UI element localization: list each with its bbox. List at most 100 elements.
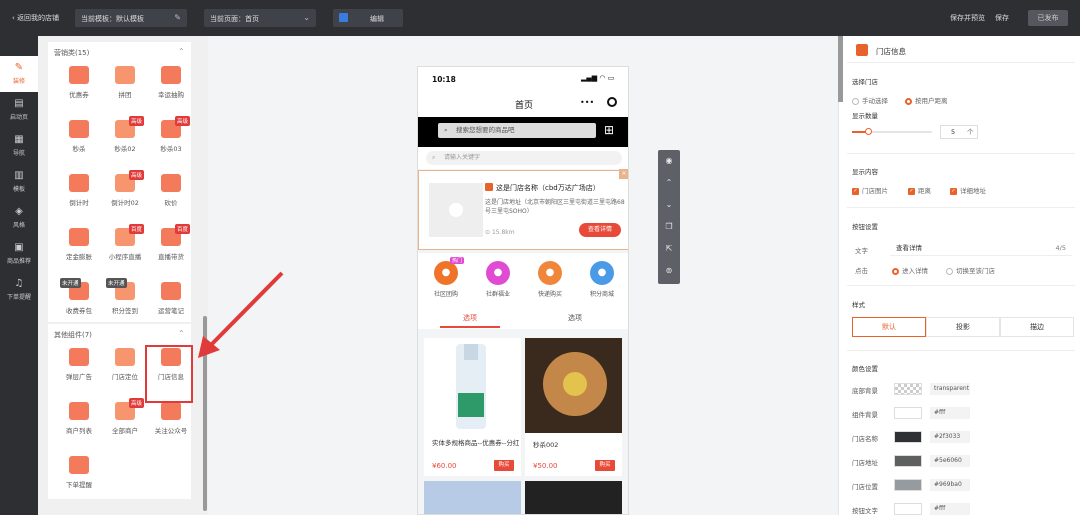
component-item[interactable]: 优惠券 <box>54 60 104 108</box>
phone-search-input[interactable]: ⌕ 搜索您想要的商品吧 <box>438 123 596 138</box>
nav-item-4[interactable]: ◈ 风格 <box>0 200 38 236</box>
target-icon[interactable] <box>607 97 617 107</box>
color-swatch[interactable] <box>894 383 922 395</box>
buy-button[interactable]: 购买 <box>494 460 514 471</box>
page-select[interactable]: 当前页面：首页 ⌄ <box>204 9 316 27</box>
component-item[interactable]: 门店定位 <box>100 342 150 390</box>
product-card[interactable]: 秒杀002 ¥50.00 购买 <box>525 338 622 476</box>
other-title: 其他组件(7) <box>54 331 92 339</box>
eye-icon[interactable]: ◉ <box>658 156 680 165</box>
component-item[interactable]: 倒计时 <box>54 168 104 216</box>
edit-pen-icon[interactable]: ✎ <box>174 13 181 22</box>
save-preview-button[interactable]: 保存并预览 <box>950 13 985 23</box>
store-address: 这是门店地址（北京市朝阳区三里屯街道三里屯路68号三里屯SOHO） <box>485 199 625 215</box>
nav-item-2[interactable]: ▦ 导航 <box>0 128 38 164</box>
component-badge: 高级 <box>175 116 191 126</box>
settings-scrollbar[interactable] <box>838 36 843 102</box>
product-card[interactable] <box>525 481 622 514</box>
component-item[interactable]: 小程序直播 百度 <box>100 222 150 270</box>
component-item[interactable]: 弹层广告 <box>54 342 104 390</box>
component-item[interactable]: 拼团 <box>100 60 150 108</box>
color-label: 底部背景 <box>852 387 878 395</box>
keyword-input[interactable]: ⌕ 请输入关键字 <box>426 151 622 165</box>
save-button[interactable]: 保存 <box>995 13 1009 23</box>
chevron-up-icon[interactable]: ⌃ <box>178 47 185 56</box>
color-swatch[interactable] <box>894 503 922 515</box>
component-item[interactable]: 下单提醒 <box>54 450 104 498</box>
color-swatch[interactable] <box>894 479 922 491</box>
color-hex-input[interactable]: #fff <box>930 407 970 419</box>
product-card[interactable]: 实体多规格商品--优惠券--分红 ¥60.00 购买 <box>424 338 521 476</box>
close-icon[interactable]: × <box>619 169 628 179</box>
component-item[interactable]: 秒杀02 高级 <box>100 114 150 162</box>
component-item[interactable]: 积分签到 未开通 <box>100 276 150 324</box>
nav-item-6[interactable]: ♫ 下单提醒 <box>0 272 38 308</box>
manual-select-radio[interactable]: 手动选择 <box>852 95 888 105</box>
copy-icon[interactable]: ❐ <box>658 222 680 231</box>
store-info-card[interactable]: 这是门店名称（cbd万达广场店） 这是门店地址（北京市朝阳区三里屯街道三里屯路6… <box>418 169 628 250</box>
product-card[interactable] <box>424 481 521 514</box>
quick-entry[interactable]: ● 社群福业 <box>478 261 518 298</box>
distance-checkbox[interactable]: ✓ 距离 <box>908 185 931 195</box>
nav-item-5[interactable]: ▣ 商品推荐 <box>0 236 38 272</box>
component-item[interactable]: 倒计时02 高级 <box>100 168 150 216</box>
color-swatch[interactable] <box>894 407 922 419</box>
nav-item-0[interactable]: ✎ 装修 <box>0 56 38 92</box>
component-item[interactable]: 秒杀03 高级 <box>146 114 196 162</box>
back-to-store-link[interactable]: ‹ 返回我的店铺 <box>12 13 59 23</box>
component-icon <box>69 348 89 366</box>
grid-icon[interactable]: ⊞ <box>604 123 614 137</box>
style-border-button[interactable]: 描边 <box>1000 317 1074 337</box>
slider-handle[interactable] <box>865 128 872 135</box>
color-label: 门店地址 <box>852 459 878 467</box>
component-scrollbar[interactable] <box>203 316 207 511</box>
edit-button[interactable]: 编辑 <box>333 9 403 27</box>
component-item[interactable]: 商户列表 <box>54 396 104 444</box>
move-up-icon[interactable]: ⌃ <box>658 178 680 187</box>
count-stepper[interactable]: 5 个 <box>940 125 978 139</box>
component-item[interactable]: 秒杀 <box>54 114 104 162</box>
buy-button[interactable]: 购买 <box>595 460 615 471</box>
move-down-icon[interactable]: ⌄ <box>658 200 680 209</box>
export-icon[interactable]: ⇱ <box>658 244 680 253</box>
color-swatch[interactable] <box>894 431 922 443</box>
component-item[interactable]: 运营笔记 <box>146 276 196 324</box>
component-item[interactable]: 收费券包 未开通 <box>54 276 104 324</box>
color-hex-input[interactable]: #2f3033 <box>930 431 970 443</box>
button-text-input[interactable]: 查看详情 4/5 <box>890 240 1072 256</box>
color-swatch[interactable] <box>894 455 922 467</box>
by-distance-radio[interactable]: 按用户距离 <box>905 95 948 105</box>
chevron-up-icon[interactable]: ⌃ <box>178 329 185 338</box>
go-detail-radio[interactable]: 进入详情 <box>892 265 928 275</box>
component-item[interactable]: 幸运抽购 <box>146 60 196 108</box>
phone-tab-1[interactable]: 选项 <box>463 313 477 323</box>
count-slider[interactable] <box>852 128 932 135</box>
component-item[interactable]: 全部商户 高级 <box>100 396 150 444</box>
component-item[interactable]: 关注公众号 <box>146 396 196 444</box>
color-hex-input[interactable]: #fff <box>930 503 970 515</box>
divider <box>847 285 1075 286</box>
quick-entry[interactable]: ● 积分商城 <box>582 261 622 298</box>
more-icon[interactable]: ••• <box>580 98 594 107</box>
switch-store-radio[interactable]: 切换至该门店 <box>946 265 995 275</box>
address-checkbox[interactable]: ✓ 详细地址 <box>950 185 986 195</box>
style-default-button[interactable]: 默认 <box>852 317 926 337</box>
nav-item-3[interactable]: ▥ 模板 <box>0 164 38 200</box>
template-select[interactable]: 当前模板：默认模板 ✎ <box>75 9 187 27</box>
component-item[interactable]: 直播带货 百度 <box>146 222 196 270</box>
store-detail-button[interactable]: 查看详情 <box>579 223 621 237</box>
style-shadow-button[interactable]: 投影 <box>926 317 1000 337</box>
color-hex-input[interactable]: transparent <box>930 383 970 395</box>
nav-item-1[interactable]: ▤ 启动页 <box>0 92 38 128</box>
delete-icon[interactable]: ⊚ <box>658 266 680 275</box>
component-item[interactable]: 定金膨胀 <box>54 222 104 270</box>
color-hex-input[interactable]: #5e6060 <box>930 455 970 467</box>
quick-entry[interactable]: ● 快递购买 <box>530 261 570 298</box>
store-image-checkbox[interactable]: ✓ 门店图片 <box>852 185 888 195</box>
component-icon <box>161 282 181 300</box>
phone-tab-2[interactable]: 选项 <box>568 313 582 323</box>
color-hex-input[interactable]: #969ba0 <box>930 479 970 491</box>
quick-entry[interactable]: ● 社区团购 热门 <box>426 257 466 298</box>
publish-button[interactable]: 已发布 <box>1028 10 1068 26</box>
component-item[interactable]: 砍价 <box>146 168 196 216</box>
